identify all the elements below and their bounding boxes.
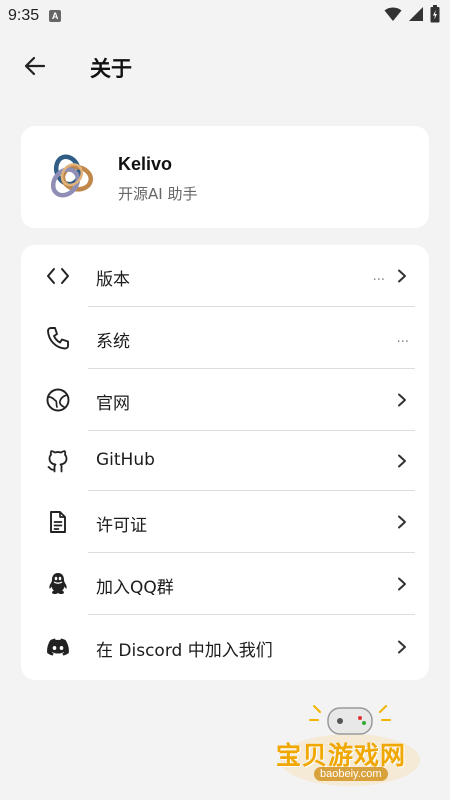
app-description: 开源AI 助手 xyxy=(118,185,198,203)
watermark-url: baobeiy.com xyxy=(314,767,388,781)
status-icons xyxy=(384,5,440,27)
qq-icon xyxy=(45,571,71,597)
notification-a-icon: A xyxy=(49,10,62,22)
list-item-qq-group[interactable]: 加入QQ群 xyxy=(21,553,429,614)
version-value: ... xyxy=(372,268,385,284)
watermark-logo: 宝贝游戏网 baobeiy.com xyxy=(270,700,430,790)
arrow-left-icon xyxy=(24,56,46,76)
list-item-system[interactable]: 系统 ... xyxy=(21,307,429,368)
list-item-website[interactable]: 官网 xyxy=(21,369,429,430)
app-name: Kelivo xyxy=(118,154,173,174)
github-icon xyxy=(45,448,71,474)
list-item-discord[interactable]: 在 Discord 中加入我们 xyxy=(21,616,429,677)
system-value: ... xyxy=(396,330,409,346)
code-icon xyxy=(45,263,71,289)
phone-icon xyxy=(45,325,71,351)
license-label: 许可证 xyxy=(96,516,147,536)
chevron-right-icon xyxy=(395,577,409,591)
github-label: GitHub xyxy=(96,450,155,470)
status-bar: 9:35 A xyxy=(0,0,450,32)
about-options-list: 版本 ... 系统 ... 官网 GitHub 许可证 加入QQ群 在 Disc… xyxy=(21,245,429,680)
divider xyxy=(88,614,415,615)
list-item-license[interactable]: 许可证 xyxy=(21,491,429,552)
signal-icon xyxy=(408,6,424,26)
wifi-icon xyxy=(384,6,402,26)
app-bar: 关于 xyxy=(0,44,450,88)
chevron-right-icon xyxy=(395,515,409,529)
document-icon xyxy=(45,509,71,535)
qq-group-label: 加入QQ群 xyxy=(96,578,174,598)
system-label: 系统 xyxy=(96,332,130,352)
chevron-right-icon xyxy=(395,393,409,407)
app-info-card: Kelivo 开源AI 助手 xyxy=(21,126,429,228)
globe-icon xyxy=(45,387,71,413)
version-label: 版本 xyxy=(96,270,130,290)
chevron-right-icon xyxy=(395,454,409,468)
app-logo xyxy=(45,152,95,202)
discord-label: 在 Discord 中加入我们 xyxy=(96,641,273,661)
battery-icon xyxy=(430,5,440,27)
discord-icon xyxy=(45,634,71,660)
list-item-github[interactable]: GitHub xyxy=(21,430,429,491)
status-time: 9:35 xyxy=(8,7,40,24)
back-button[interactable] xyxy=(20,52,50,80)
chevron-right-icon xyxy=(395,640,409,654)
page-title: 关于 xyxy=(90,57,132,81)
chevron-right-icon xyxy=(395,269,409,283)
website-label: 官网 xyxy=(96,394,130,414)
list-item-version[interactable]: 版本 ... xyxy=(21,245,429,306)
